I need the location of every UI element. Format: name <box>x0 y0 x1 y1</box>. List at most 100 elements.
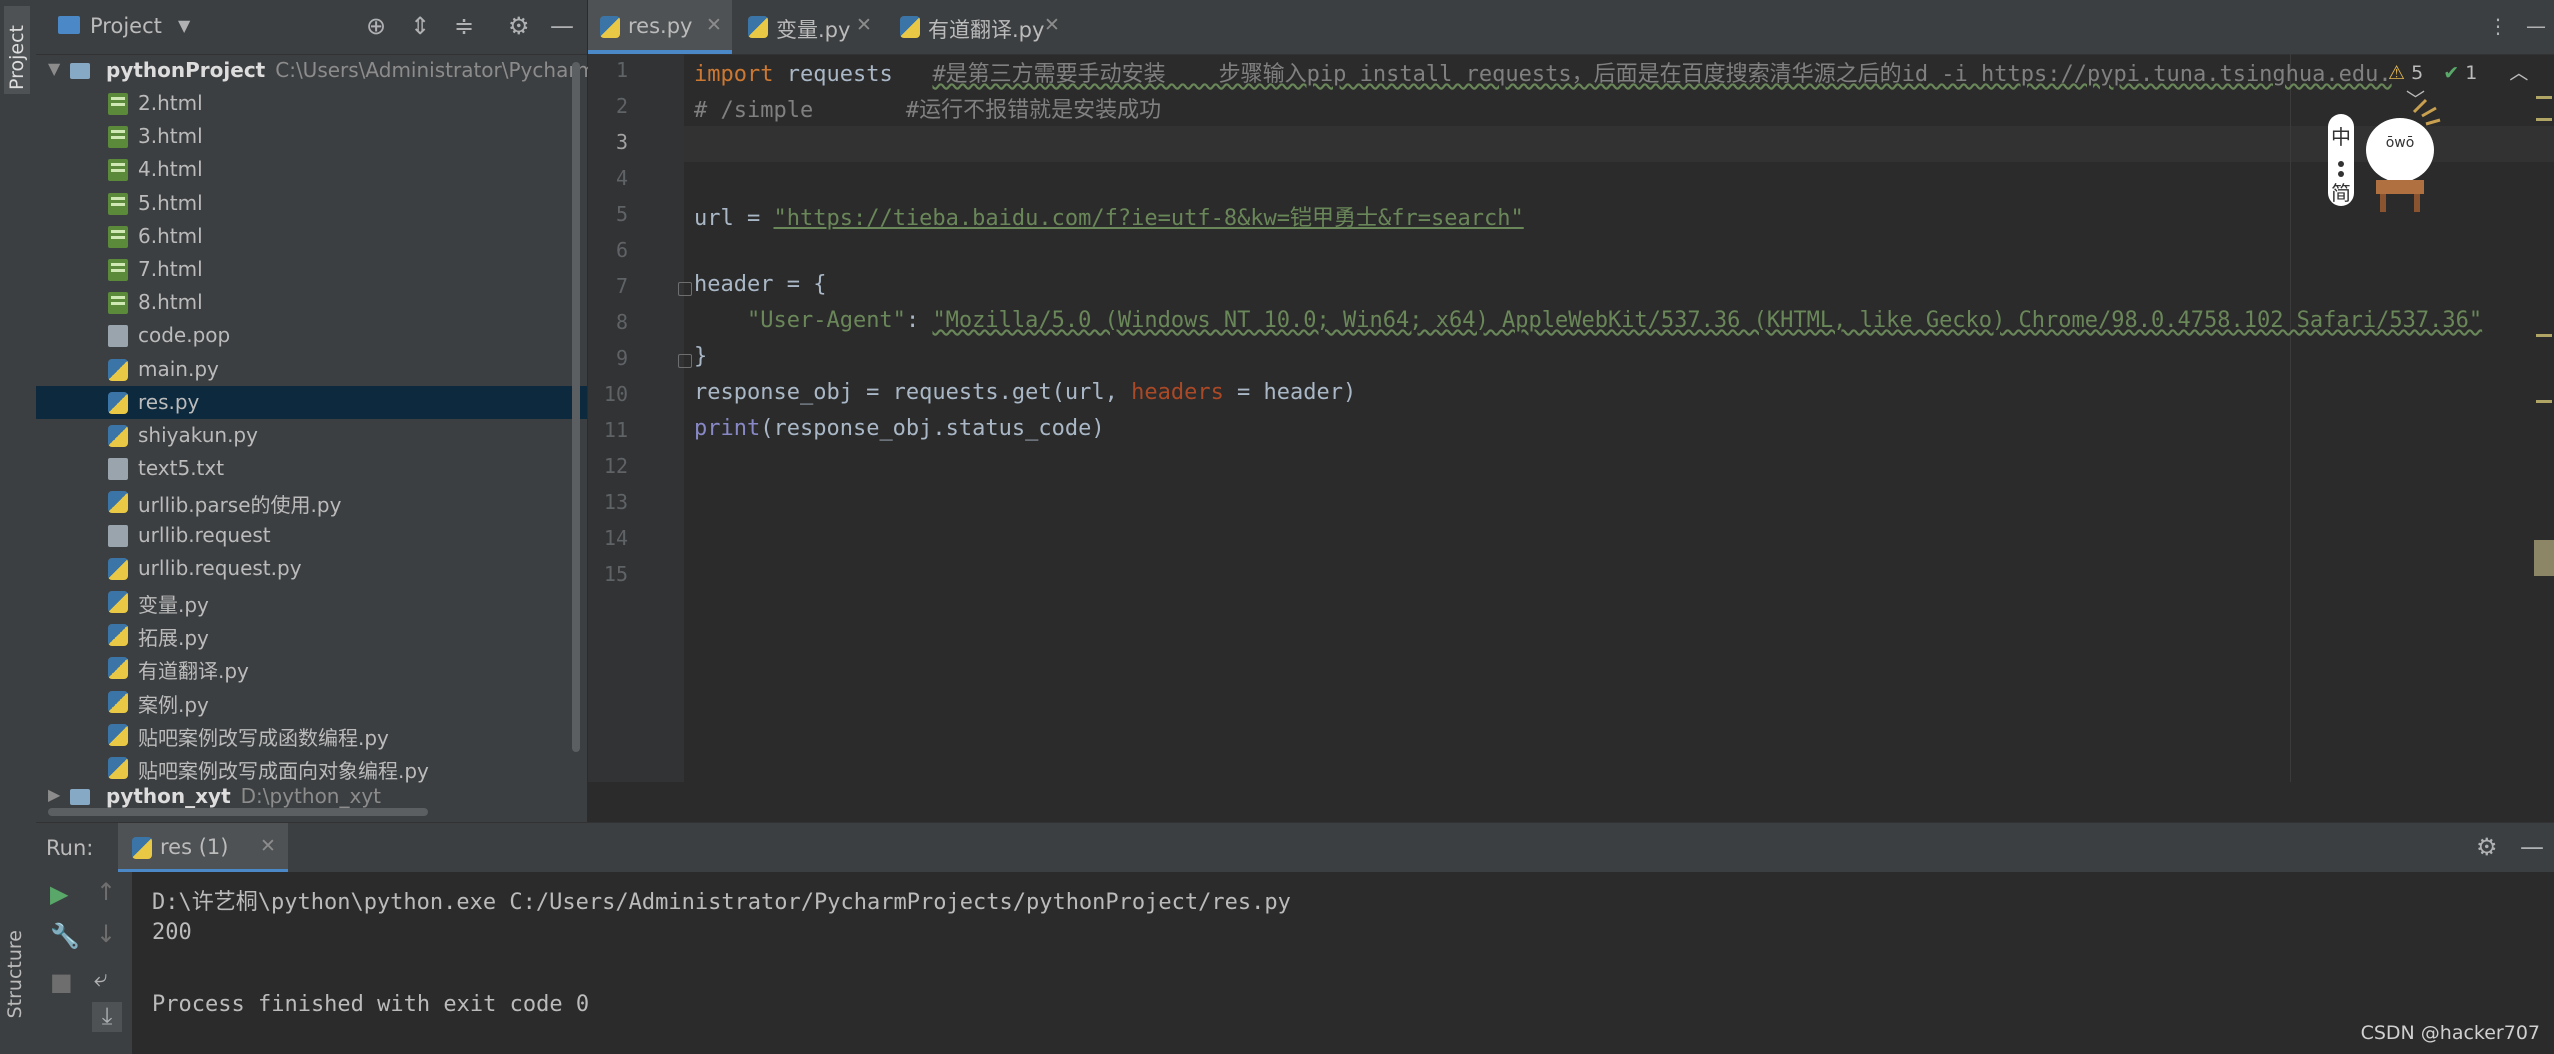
scroll-marker <box>2536 400 2552 403</box>
tab-youdao-py[interactable]: 有道翻译.py ✕ <box>888 0 1068 54</box>
tree-file-item[interactable]: text5.txt <box>36 452 587 485</box>
python-file-icon <box>108 557 128 580</box>
stop-icon[interactable]: ■ <box>50 968 73 996</box>
chevron-up-icon[interactable]: ︿ <box>2509 62 2528 84</box>
project-view-icon <box>58 16 80 34</box>
file-name: text5.txt <box>138 456 225 481</box>
python-file-icon <box>748 16 768 38</box>
tree-file-item[interactable]: 3.html <box>36 120 587 153</box>
project-panel-header: Project ▼ ⊕ ⇕ ≑ ⚙ — <box>36 0 587 55</box>
python-file-icon <box>108 723 128 746</box>
tab-res-py[interactable]: res.py ✕ <box>588 0 732 54</box>
arrow-up-icon[interactable]: ↑ <box>96 878 116 906</box>
minimize-editor-icon[interactable]: — <box>2526 14 2546 38</box>
run-toolbar: ▶ ↑ 🔧 ↓ ■ ⤶ ⤓ <box>36 872 132 1054</box>
tree-file-item[interactable]: shiyakun.py <box>36 419 587 452</box>
editor-scrollbar-thumb[interactable] <box>2534 540 2554 576</box>
tree-file-item[interactable]: 2.html <box>36 87 587 120</box>
python-file-icon <box>108 391 128 414</box>
tree-file-item[interactable]: urllib.request.py <box>36 552 587 585</box>
code-line-10[interactable]: response_obj = requests.get(url, headers… <box>694 380 1356 405</box>
chevron-down-icon[interactable]: ▼ <box>48 59 60 78</box>
expand-all-icon[interactable]: ⇕ <box>410 12 430 40</box>
code-line-8[interactable]: "User-Agent": "Mozilla/5.0 (Windows NT 1… <box>694 308 2482 333</box>
text-file-icon <box>108 524 128 547</box>
tree-file-item[interactable]: urllib.parse的使用.py <box>36 485 587 518</box>
close-icon[interactable]: ✕ <box>706 14 722 36</box>
tree-file-item[interactable]: main.py <box>36 353 587 386</box>
tab-bianliang-py[interactable]: 变量.py ✕ <box>736 0 886 54</box>
code-line-5[interactable]: url = "https://tieba.baidu.com/f?ie=utf-… <box>694 200 1524 232</box>
tree-file-item[interactable]: urllib.request <box>36 519 587 552</box>
tree-file-item[interactable]: 贴吧案例改写成函数编程.py <box>36 718 587 751</box>
structure-tool-tab[interactable]: Structure <box>4 930 26 1018</box>
soft-wrap-icon[interactable]: ⤶ <box>94 964 107 992</box>
collapse-all-icon[interactable]: ≑ <box>454 12 474 40</box>
python-file-icon <box>108 657 128 680</box>
file-name: 2.html <box>138 91 203 115</box>
chevron-right-icon[interactable]: ▶ <box>48 785 60 804</box>
tree-file-item[interactable]: 6.html <box>36 220 587 253</box>
code-line-2[interactable]: # /simple #运行不报错就是安装成功 <box>694 92 1161 124</box>
url-string[interactable]: "https://tieba.baidu.com/f?ie=utf-8&kw=铠… <box>773 206 1523 231</box>
file-name: 拓展.py <box>138 626 209 651</box>
python-file-icon <box>108 491 128 514</box>
wrench-icon[interactable]: 🔧 <box>50 922 80 950</box>
run-tab[interactable]: res (1) ✕ <box>118 823 288 873</box>
tree-file-item[interactable]: 4.html <box>36 153 587 186</box>
svg-text:ōwō: ōwō <box>2386 135 2415 151</box>
line-number: 10 <box>603 382 628 406</box>
line-number: 11 <box>603 418 628 442</box>
tree-file-item[interactable]: code.pop <box>36 319 587 352</box>
hide-panel-icon[interactable]: — <box>550 12 574 40</box>
tree-file-item[interactable]: 有道翻译.py <box>36 651 587 684</box>
chevron-down-icon[interactable]: ▼ <box>178 16 190 35</box>
code-line-9[interactable]: } <box>694 344 707 369</box>
project-view-title[interactable]: Project <box>90 14 162 38</box>
tree-file-item[interactable]: 5.html <box>36 187 587 220</box>
arrow-down-icon[interactable]: ↓ <box>96 920 116 948</box>
code-line-7[interactable]: header = { <box>694 272 826 297</box>
code-comment: #是第三方需要手动安装 步骤输入pip install requests，后面是… <box>932 62 2392 87</box>
close-icon[interactable]: ✕ <box>1044 14 1060 36</box>
second-folder-name: python_xyt <box>106 784 231 808</box>
tree-file-item[interactable]: 8.html <box>36 286 587 319</box>
scroll-to-end-icon[interactable]: ⤓ <box>92 1002 122 1032</box>
project-horizontal-scrollbar[interactable] <box>48 808 428 816</box>
second-folder-path: D:\python_xyt <box>240 784 381 808</box>
console-output[interactable]: D:\许艺桐\python\python.exe C:/Users/Admini… <box>132 872 2554 1054</box>
locate-file-icon[interactable]: ⊕ <box>366 12 386 40</box>
project-tool-tab[interactable]: Project <box>4 6 30 94</box>
fold-icon[interactable] <box>678 354 692 368</box>
code-line-1[interactable]: import requests #是第三方需要手动安装 步骤输入pip inst… <box>694 56 2392 88</box>
folder-icon <box>70 63 90 79</box>
project-panel: Project ▼ ⊕ ⇕ ≑ ⚙ — ▼ pythonProject C:\Us… <box>36 0 608 822</box>
fold-icon[interactable] <box>678 282 692 296</box>
console-line: Process finished with exit code 0 <box>152 992 590 1017</box>
tree-file-item[interactable]: 变量.py <box>36 585 587 618</box>
hide-panel-icon[interactable]: — <box>2520 833 2544 861</box>
close-icon[interactable]: ✕ <box>260 835 276 857</box>
gear-icon[interactable]: ⚙ <box>508 12 530 40</box>
tree-file-item[interactable]: 7.html <box>36 253 587 286</box>
tree-file-item[interactable]: 案例.py <box>36 685 587 718</box>
project-vertical-scrollbar[interactable] <box>572 62 580 752</box>
mascot-image: 中 简 ōwō <box>2328 98 2441 212</box>
tree-root-pythonproject[interactable]: ▼ pythonProject C:\Users\Administrator\Py… <box>36 54 608 87</box>
tree-file-item[interactable]: res.py <box>36 385 587 419</box>
file-name: 有道翻译.py <box>138 659 249 684</box>
user-agent-string: "Mozilla/5.0 (Windows NT 10.0; Win64; x6… <box>932 308 2483 333</box>
file-name: 3.html <box>138 124 203 149</box>
python-file-icon <box>108 591 128 613</box>
code-text: response_obj = requests.get(url, <box>694 380 1132 405</box>
more-tabs-icon[interactable]: ⋮ <box>2488 14 2508 38</box>
code-line-11[interactable]: print(response_obj.status_code) <box>694 416 1105 441</box>
file-name: shiyakun.py <box>138 423 258 447</box>
line-number: 15 <box>603 562 628 586</box>
file-name: urllib.parse的使用.py <box>138 493 342 518</box>
close-icon[interactable]: ✕ <box>856 14 872 36</box>
mascot-sticker: 中 简 ōwō <box>2322 92 2452 222</box>
rerun-icon[interactable]: ▶ <box>50 880 68 908</box>
tree-file-item[interactable]: 拓展.py <box>36 618 587 651</box>
gear-icon[interactable]: ⚙ <box>2476 833 2498 861</box>
